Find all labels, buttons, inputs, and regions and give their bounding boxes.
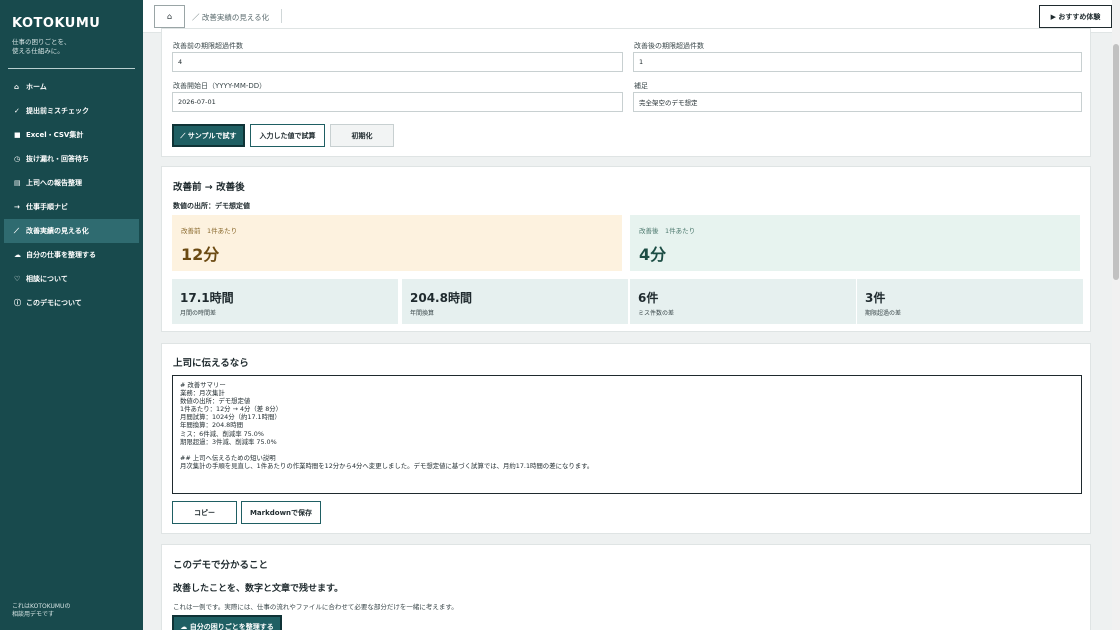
- stat-yearly-hours: 204.8時間 年間換算: [402, 279, 628, 324]
- input-form-card: 改善前の期限超過件数 4 改善後の期限超過件数 1 改善開始日（YYYY-MM-…: [161, 28, 1091, 157]
- summary-textarea[interactable]: # 改善サマリー 業務：月次集計 数値の出所：デモ想定値 1件あたり：12分 →…: [172, 375, 1082, 494]
- stat-value: 17.1時間: [180, 291, 234, 305]
- stat-label: ミス件数の差: [638, 310, 675, 317]
- stat-value: 3件: [865, 291, 886, 305]
- home-icon: ⌂: [166, 12, 173, 21]
- about-lead: 改善したことを、数字と文章で残せます。: [173, 584, 344, 594]
- try-sample-button[interactable]: ⟋ サンプルで試す: [172, 124, 245, 147]
- sidebar-item-excel[interactable]: ■ Excel・CSV集計: [4, 123, 139, 147]
- after-metric-value: 4分: [639, 245, 667, 264]
- after-overdue-input[interactable]: 1: [633, 52, 1082, 72]
- heart-icon: ♡: [14, 275, 21, 283]
- arrow-right-icon: →: [14, 203, 20, 211]
- stat-label: 月間の時間差: [180, 310, 217, 317]
- sidebar-item-label: Excel・CSV集計: [26, 131, 84, 139]
- sidebar-item-label: 抜け漏れ・回答待ち: [26, 155, 89, 163]
- sidebar-item-label: 自分の仕事を整理する: [26, 251, 96, 259]
- stat-value: 204.8時間: [410, 291, 472, 305]
- stat-value: 6件: [638, 291, 659, 305]
- sidebar-nav: ⌂ ホーム ✓ 提出前ミスチェック ■ Excel・CSV集計 ◷ 抜け漏れ・回答待ち …: [4, 75, 139, 315]
- after-overdue-label: 改善後の期限超過件数: [634, 42, 704, 50]
- before-metric-value: 12分: [181, 245, 220, 264]
- sidebar-item-precheck[interactable]: ✓ 提出前ミスチェック: [4, 99, 139, 123]
- document-icon: ▤: [14, 179, 21, 187]
- sidebar-item-label: このデモについて: [26, 299, 82, 307]
- sidebar-divider: [8, 68, 135, 69]
- stat-label: 年間換算: [410, 310, 435, 317]
- check-icon: ✓: [14, 107, 20, 115]
- home-button[interactable]: ⌂: [154, 5, 185, 28]
- note-label: 補足: [634, 82, 648, 90]
- clock-icon: ◷: [14, 155, 21, 163]
- brand-tagline: 仕事の困りごとを、 使える仕組みに。: [12, 38, 71, 55]
- before-metric-box: 改善前 1件あたり 12分: [172, 215, 622, 271]
- note-input[interactable]: 完全架空のデモ想定: [633, 92, 1082, 112]
- stat-monthly-hours: 17.1時間 月間の時間差: [172, 279, 398, 324]
- sidebar-item-organize[interactable]: ☁ 自分の仕事を整理する: [4, 243, 139, 267]
- about-description: これは一例です。実際には、仕事の流れやファイルに合わせて必要な部分だけを一緒に考…: [173, 603, 458, 611]
- sidebar-item-pending[interactable]: ◷ 抜け漏れ・回答待ち: [4, 147, 139, 171]
- trend-icon: ⟋: [14, 226, 19, 235]
- about-card: このデモで分かること 改善したことを、数字と文章で残せます。 これは一例です。実…: [161, 544, 1091, 630]
- sidebar-item-navi[interactable]: → 仕事手順ナビ: [4, 195, 139, 219]
- report-title: 上司に伝えるなら: [173, 358, 249, 369]
- table-icon: ■: [14, 131, 21, 139]
- result-card: 改善前 → 改善後 数値の出所：デモ想定値 改善前 1件あたり 12分 改善後 …: [161, 166, 1091, 332]
- copy-button[interactable]: コピー: [172, 501, 237, 524]
- sidebar-item-about[interactable]: ⓘ このデモについて: [4, 291, 139, 315]
- page-scrollbar[interactable]: [1112, 0, 1120, 630]
- cloud-icon: ☁: [14, 251, 21, 259]
- stat-mistakes: 6件 ミス件数の差: [630, 279, 856, 324]
- data-source: 数値の出所：デモ想定値: [173, 202, 250, 210]
- after-metric-label: 改善後 1件あたり: [639, 227, 696, 235]
- sidebar-item-consult[interactable]: ♡ 相談について: [4, 267, 139, 291]
- before-metric-label: 改善前 1件あたり: [181, 227, 238, 235]
- sidebar-item-report[interactable]: ▤ 上司への報告整理: [4, 171, 139, 195]
- scrollbar-thumb[interactable]: [1113, 44, 1119, 280]
- about-title: このデモで分かること: [173, 560, 269, 571]
- after-metric-box: 改善後 1件あたり 4分: [630, 215, 1080, 271]
- sidebar-item-label: 仕事手順ナビ: [26, 203, 68, 211]
- result-title: 改善前 → 改善後: [173, 182, 245, 193]
- calculate-button[interactable]: 入力した値で試算: [250, 124, 325, 147]
- reset-button[interactable]: 初期化: [330, 124, 394, 147]
- sidebar-item-improvement[interactable]: ⟋ 改善実績の見える化: [4, 219, 139, 243]
- sidebar: KOTOKUMU 仕事の困りごとを、 使える仕組みに。 ⌂ ホーム ✓ 提出前ミスチ…: [0, 0, 143, 630]
- report-card: 上司に伝えるなら # 改善サマリー 業務：月次集計 数値の出所：デモ想定値 1件…: [161, 343, 1091, 534]
- brand-logo[interactable]: KOTOKUMU: [12, 16, 100, 31]
- sidebar-item-label: 相談について: [26, 275, 68, 283]
- start-date-label: 改善開始日（YYYY-MM-DD）: [173, 82, 267, 90]
- sidebar-item-label: 改善実績の見える化: [26, 227, 89, 235]
- before-overdue-input[interactable]: 4: [172, 52, 623, 72]
- sidebar-item-label: 上司への報告整理: [26, 179, 82, 187]
- sidebar-footer-note: これはKOTOKUMUの 相談用デモです: [12, 603, 71, 618]
- sidebar-item-home[interactable]: ⌂ ホーム: [4, 75, 139, 99]
- breadcrumb: ／ 改善実績の見える化: [192, 13, 270, 22]
- stat-overdue: 3件 期限超過の差: [857, 279, 1083, 324]
- sidebar-item-label: 提出前ミスチェック: [26, 107, 89, 115]
- info-icon: ⓘ: [14, 299, 21, 307]
- stat-label: 期限超過の差: [865, 310, 902, 317]
- recommended-demo-button[interactable]: ▶ おすすめ体験: [1039, 5, 1112, 28]
- home-icon: ⌂: [14, 83, 20, 91]
- organize-problems-button[interactable]: ☁ 自分の困りごとを整理する: [172, 615, 282, 630]
- sidebar-item-label: ホーム: [26, 83, 47, 91]
- breadcrumb-divider: [281, 9, 282, 23]
- before-overdue-label: 改善前の期限超過件数: [173, 42, 243, 50]
- start-date-input[interactable]: 2026-07-01: [172, 92, 623, 112]
- save-markdown-button[interactable]: Markdownで保存: [241, 501, 321, 524]
